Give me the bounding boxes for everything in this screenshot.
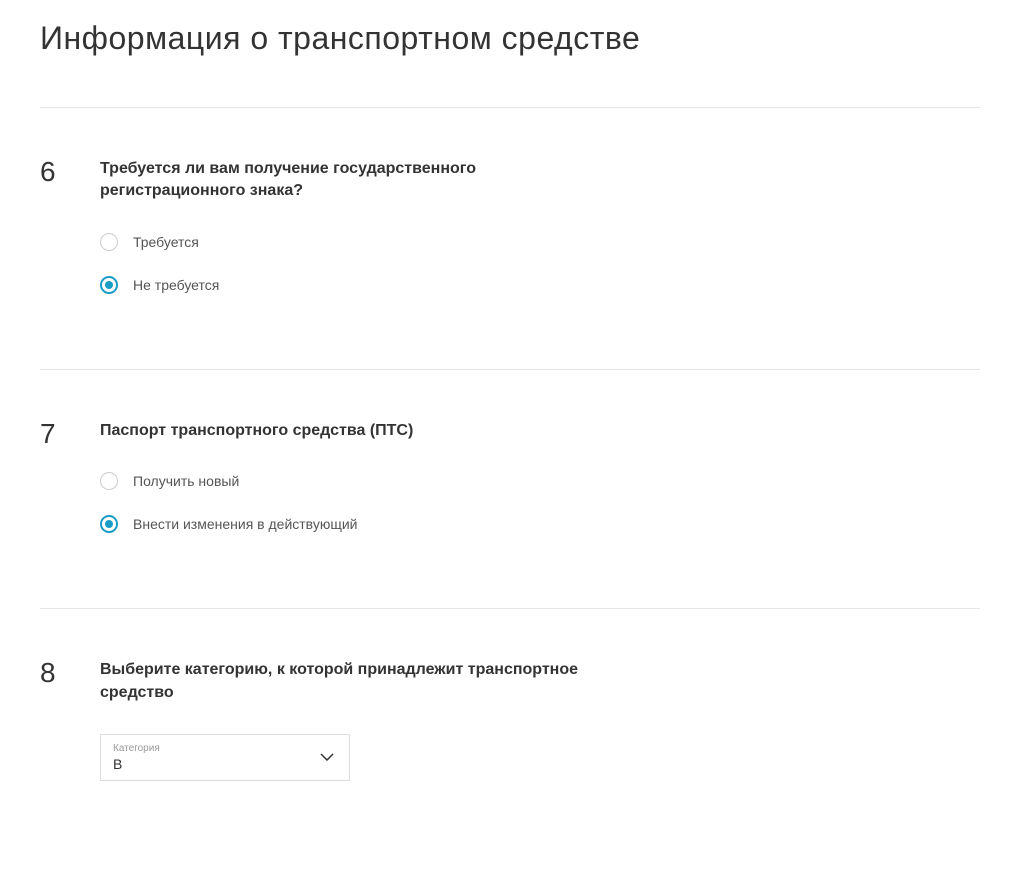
category-select[interactable]: Категория В — [100, 734, 350, 781]
radio-icon — [100, 515, 118, 533]
question-number: 8 — [40, 659, 100, 781]
question-title: Требуется ли вам получение государственн… — [100, 158, 580, 203]
question-content: Выберите категорию, к которой принадлежи… — [100, 659, 980, 781]
question-title: Паспорт транспортного средства (ПТС) — [100, 420, 580, 442]
question-content: Паспорт транспортного средства (ПТС) Пол… — [100, 420, 980, 558]
radio-option-required[interactable]: Требуется — [100, 233, 980, 251]
select-value: В — [113, 756, 337, 772]
radio-label: Не требуется — [133, 277, 219, 293]
question-7: 7 Паспорт транспортного средства (ПТС) П… — [40, 420, 980, 558]
question-number: 6 — [40, 158, 100, 319]
question-title: Выберите категорию, к которой принадлежи… — [100, 659, 580, 704]
question-content: Требуется ли вам получение государственн… — [100, 158, 980, 319]
question-6: 6 Требуется ли вам получение государстве… — [40, 158, 980, 319]
radio-option-not-required[interactable]: Не требуется — [100, 276, 980, 294]
radio-option-update-existing[interactable]: Внести изменения в действующий — [100, 515, 980, 533]
radio-icon — [100, 276, 118, 294]
page-title: Информация о транспортном средстве — [40, 20, 980, 57]
radio-label: Внести изменения в действующий — [133, 516, 357, 532]
radio-icon — [100, 472, 118, 490]
divider — [40, 608, 980, 609]
radio-label: Требуется — [133, 234, 199, 250]
divider — [40, 107, 980, 108]
chevron-down-icon — [320, 748, 334, 766]
divider — [40, 369, 980, 370]
question-number: 7 — [40, 420, 100, 558]
question-8: 8 Выберите категорию, к которой принадле… — [40, 659, 980, 781]
radio-label: Получить новый — [133, 473, 239, 489]
select-label: Категория — [113, 743, 337, 754]
radio-option-get-new[interactable]: Получить новый — [100, 472, 980, 490]
radio-icon — [100, 233, 118, 251]
